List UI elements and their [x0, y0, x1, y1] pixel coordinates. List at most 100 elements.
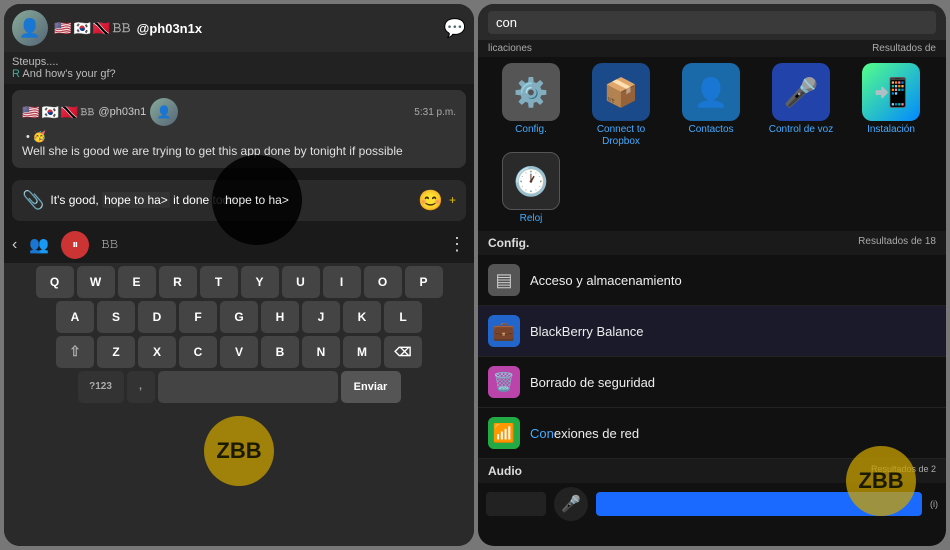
key-U[interactable]: U: [282, 266, 320, 298]
app-item-clock[interactable]: 🕐 Reloj: [488, 152, 574, 225]
emoji-icon[interactable]: 😊: [418, 188, 443, 213]
config-section-header: Config. Resultados de 18: [478, 231, 946, 255]
app-item-contacts[interactable]: 👤 Contactos: [668, 63, 754, 148]
key-C[interactable]: C: [179, 336, 217, 368]
config-results-label: Resultados de 18: [858, 236, 936, 250]
flag-us: 🇺🇸: [54, 20, 71, 37]
key-P[interactable]: P: [405, 266, 443, 298]
bb-hub-icon[interactable]: 𝙱𝙱: [101, 237, 118, 252]
zbb-watermark-right: ZBB: [846, 446, 916, 516]
config-item-storage[interactable]: ▤ Acceso y almacenamiento: [478, 255, 946, 306]
app-label-config: Config.: [515, 124, 547, 136]
config-item-label-balance: BlackBerry Balance: [530, 324, 643, 339]
msg-sender: @ph03n1: [98, 106, 146, 118]
app-label-contacts: Contactos: [688, 124, 733, 136]
key-123[interactable]: ?123: [78, 371, 124, 403]
chat-bubble-icon[interactable]: 💬: [444, 18, 466, 39]
flag-tt: 🇹🇹: [93, 20, 110, 37]
key-V[interactable]: V: [220, 336, 258, 368]
app-label-dropbox: Connect to Dropbox: [578, 124, 664, 148]
config-item-security[interactable]: 🗑️ Borrado de seguridad: [478, 357, 946, 408]
msg-text: Well she is good we are trying to get th…: [22, 143, 456, 160]
config-item-balance[interactable]: 💼 BlackBerry Balance: [478, 306, 946, 357]
flag-kr: 🇰🇷: [73, 20, 90, 37]
phone-right: con licaciones Resultados de ⚙️ Config. …: [478, 4, 946, 546]
msg-time: 5:31 p.m.: [414, 107, 456, 118]
config-icon-storage: ▤: [488, 264, 520, 296]
key-O[interactable]: O: [364, 266, 402, 298]
contacts-icon[interactable]: 👥: [29, 235, 49, 255]
results-count: (i): [930, 499, 938, 509]
keyboard-row-1: Q W E R T Y U I O P: [6, 266, 472, 298]
app-item-dropbox[interactable]: 📦 Connect to Dropbox: [578, 63, 664, 148]
key-T[interactable]: T: [200, 266, 238, 298]
app-grid: ⚙️ Config. 📦 Connect to Dropbox 👤 Contac…: [478, 57, 946, 231]
key-E[interactable]: E: [118, 266, 156, 298]
key-Z[interactable]: Z: [97, 336, 135, 368]
chat-username: @ph03n1x: [137, 21, 438, 36]
keyboard-row-4: ?123 , Enviar: [6, 371, 472, 403]
screen-container: 👤 🇺🇸 🇰🇷 🇹🇹 𝙱𝙱 @ph03n1x 💬 Steups.... R An…: [0, 0, 950, 550]
key-J[interactable]: J: [302, 301, 340, 333]
config-icon-network: 📶: [488, 417, 520, 449]
zoom-overlay: hope to ha>: [212, 155, 302, 245]
key-Q[interactable]: Q: [36, 266, 74, 298]
chat-header: 👤 🇺🇸 🇰🇷 🇹🇹 𝙱𝙱 @ph03n1x 💬: [4, 4, 474, 52]
mic-bar-left: [486, 492, 546, 516]
key-space[interactable]: [158, 371, 338, 403]
key-R[interactable]: R: [159, 266, 197, 298]
key-send[interactable]: Enviar: [341, 371, 401, 403]
app-icon-voice: 🎤: [772, 63, 830, 121]
config-title: Config.: [488, 236, 529, 250]
key-N[interactable]: N: [302, 336, 340, 368]
msg-avatar: 👤: [150, 98, 178, 126]
more-options-icon[interactable]: ⋮: [448, 234, 466, 255]
network-highlight: Con: [530, 426, 554, 441]
chat-status: Steups.... R And how's your gf?: [4, 52, 474, 84]
app-item-voice[interactable]: 🎤 Control de voz: [758, 63, 844, 148]
search-bar: con: [478, 4, 946, 40]
key-B[interactable]: B: [261, 336, 299, 368]
key-A[interactable]: A: [56, 301, 94, 333]
key-backspace[interactable]: ⌫: [384, 336, 422, 368]
key-X[interactable]: X: [138, 336, 176, 368]
config-item-label-network: Conexiones de red: [530, 426, 639, 441]
message-preview-icon: R: [12, 68, 20, 80]
app-label-voice: Control de voz: [769, 124, 833, 136]
app-item-config[interactable]: ⚙️ Config.: [488, 63, 574, 148]
key-H[interactable]: H: [261, 301, 299, 333]
key-D[interactable]: D: [138, 301, 176, 333]
keyboard-row-2: A S D F G H J K L: [6, 301, 472, 333]
app-icon-dropbox: 📦: [592, 63, 650, 121]
attach-icon[interactable]: 📎: [22, 190, 44, 211]
applications-header: licaciones Resultados de: [478, 40, 946, 57]
config-icon-balance: 💼: [488, 315, 520, 347]
phone-left: 👤 🇺🇸 🇰🇷 🇹🇹 𝙱𝙱 @ph03n1x 💬 Steups.... R An…: [4, 4, 474, 546]
search-input[interactable]: con: [488, 11, 936, 34]
key-M[interactable]: M: [343, 336, 381, 368]
config-icon-security: 🗑️: [488, 366, 520, 398]
key-G[interactable]: G: [220, 301, 258, 333]
mic-button[interactable]: 🎤: [554, 487, 588, 521]
emoji-plus-icon[interactable]: +: [449, 193, 456, 207]
key-Y[interactable]: Y: [241, 266, 279, 298]
key-I[interactable]: I: [323, 266, 361, 298]
key-L[interactable]: L: [384, 301, 422, 333]
key-K[interactable]: K: [343, 301, 381, 333]
config-item-label-storage: Acceso y almacenamiento: [530, 273, 682, 288]
message-bubble: 🇺🇸 🇰🇷 🇹🇹 𝙱𝙱 @ph03n1 👤 5:31 p.m. • 🥳 Well…: [12, 90, 466, 168]
app-label-install: Instalación: [867, 124, 915, 136]
key-F[interactable]: F: [179, 301, 217, 333]
back-button[interactable]: ‹: [12, 236, 17, 254]
key-W[interactable]: W: [77, 266, 115, 298]
app-icon-contacts: 👤: [682, 63, 740, 121]
key-comma[interactable]: ,: [127, 371, 155, 403]
app-results-label: Resultados de: [872, 43, 936, 54]
audio-title: Audio: [488, 464, 522, 478]
applications-label: licaciones: [488, 43, 532, 54]
keyboard: Q W E R T Y U I O P A S D F G H: [4, 263, 474, 546]
key-S[interactable]: S: [97, 301, 135, 333]
key-shift[interactable]: ⇧: [56, 336, 94, 368]
record-button[interactable]: ⏸: [61, 231, 89, 259]
app-item-install[interactable]: 📲 Instalación: [848, 63, 934, 148]
